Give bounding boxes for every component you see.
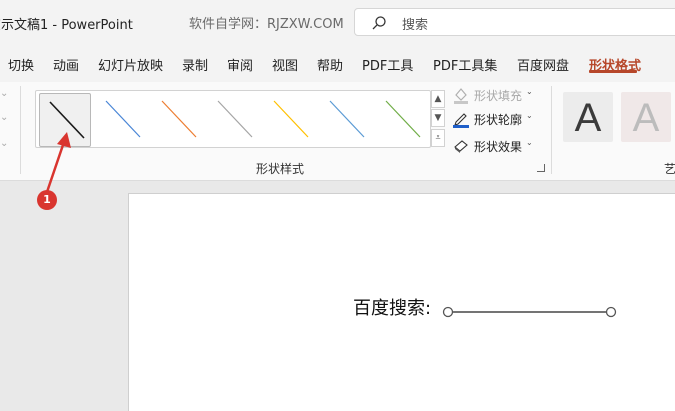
dialog-launcher-icon[interactable] — [537, 164, 545, 172]
ribbon-panel: ⌄ ⌄ ⌄ ▲ ▼ ⩡ 形状样式 形状填充 ⌄ 形状轮廓 ⌄ 形状效果 ⌄ A … — [0, 82, 675, 181]
tab-record[interactable]: 录制 — [182, 55, 208, 74]
search-icon — [372, 16, 386, 30]
wordart-letter: A — [574, 96, 602, 140]
line-style-swatch — [105, 100, 141, 138]
collapsed-chevron-icon: ⌄ — [0, 112, 9, 123]
wordart-letter: A — [632, 96, 660, 140]
watermark-text: 软件自学网：RJZXW.COM — [189, 17, 344, 32]
ribbon-divider — [20, 86, 21, 174]
line-style-green[interactable] — [376, 93, 428, 147]
callout-badge: 1 — [37, 190, 57, 210]
search-placeholder: 搜索 — [402, 18, 429, 33]
shape-effects-icon — [454, 140, 468, 153]
tab-view[interactable]: 视图 — [272, 55, 298, 74]
line-shape[interactable] — [440, 302, 620, 322]
resize-handle-start[interactable] — [442, 306, 454, 318]
document-title: 演示文稿1 - PowerPoint — [0, 18, 133, 33]
tab-review[interactable]: 审阅 — [227, 55, 253, 74]
title-bar: 演示文稿1 - PowerPoint 软件自学网：RJZXW.COM 搜索 — [0, 0, 675, 44]
collapsed-chevron-icon: ⌄ — [0, 138, 9, 149]
line-style-swatch — [217, 100, 253, 138]
shape-outline-label: 形状轮廓 — [474, 113, 523, 127]
shape-outline-button[interactable]: 形状轮廓 ⌄ — [452, 109, 536, 129]
wordart-style-dark[interactable]: A — [563, 92, 613, 142]
line-style-gold[interactable] — [264, 93, 316, 147]
tab-animations[interactable]: 动画 — [53, 55, 79, 74]
chevron-down-icon: ⌄ — [526, 87, 533, 96]
wordart-style-light[interactable]: A — [621, 92, 671, 142]
resize-handle-end[interactable] — [605, 306, 617, 318]
tab-transitions[interactable]: 切换 — [8, 55, 34, 74]
shape-fill-label: 形状填充 — [474, 89, 523, 103]
line-style-blue[interactable] — [96, 93, 148, 147]
gallery-scroll-up-button[interactable]: ▲ — [431, 90, 445, 108]
shape-styles-group-label: 形状样式 — [256, 162, 305, 176]
chevron-down-icon: ⌄ — [526, 111, 533, 120]
line-style-lightblue[interactable] — [320, 93, 372, 147]
tab-pdf-toolset[interactable]: PDF工具集 — [433, 55, 497, 74]
collapsed-chevron-icon: ⌄ — [0, 88, 9, 99]
ribbon-tab-bar: 切换 动画 幻灯片放映 录制 审阅 视图 帮助 PDF工具 PDF工具集 百度网… — [0, 44, 675, 82]
line-style-swatch — [273, 100, 309, 138]
ribbon-divider — [551, 86, 552, 174]
shape-effects-button[interactable]: 形状效果 ⌄ — [452, 136, 536, 156]
pen-outline-icon — [453, 113, 469, 128]
gallery-scroll-down-button[interactable]: ▼ — [431, 109, 445, 127]
wordart-group-label: 艺 — [664, 162, 675, 176]
active-tab-indicator — [589, 70, 637, 73]
gallery-more-button[interactable]: ⩡ — [431, 129, 445, 147]
chevron-down-icon: ⌄ — [526, 138, 533, 147]
line-style-gray[interactable] — [208, 93, 260, 147]
tab-pdf-tools[interactable]: PDF工具 — [362, 55, 413, 74]
line-style-swatch — [329, 100, 365, 138]
paint-bucket-icon — [454, 88, 468, 104]
tab-help[interactable]: 帮助 — [317, 55, 343, 74]
tab-baidu-netdisk[interactable]: 百度网盘 — [517, 55, 569, 74]
line-style-swatch — [385, 100, 421, 138]
shape-effects-label: 形状效果 — [474, 140, 523, 154]
tab-slideshow[interactable]: 幻灯片放映 — [98, 55, 163, 74]
shape-fill-button[interactable]: 形状填充 ⌄ — [452, 85, 536, 105]
shape-styles-gallery — [35, 90, 431, 148]
slide-textbox[interactable]: 百度搜索: — [353, 294, 431, 320]
line-style-swatch — [161, 100, 197, 138]
line-style-orange[interactable] — [152, 93, 204, 147]
search-box[interactable]: 搜索 — [354, 8, 675, 36]
